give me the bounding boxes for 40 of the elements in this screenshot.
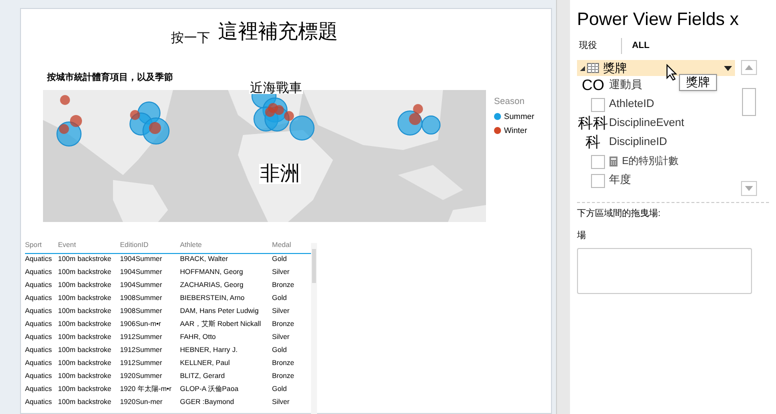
field-checkbox[interactable] <box>591 98 605 112</box>
title-hint: 按一下 <box>171 28 210 46</box>
tooltip: 獎牌 <box>679 74 717 91</box>
tab[interactable]: 現役 <box>577 38 599 54</box>
field-checkbox[interactable] <box>591 174 605 188</box>
dropdown-icon[interactable] <box>724 66 732 70</box>
field-name[interactable]: E的特別計數 <box>622 154 679 169</box>
scroll-thumb[interactable] <box>742 88 756 116</box>
field-name[interactable]: 年度 <box>609 172 631 189</box>
table-header-row[interactable]: 獎牌 <box>577 60 735 76</box>
report-title[interactable]: 這裡補充標題 <box>218 17 338 47</box>
map-label: 近海戰車 <box>249 81 303 94</box>
cursor-icon <box>666 64 678 81</box>
expand-icon[interactable] <box>580 66 585 70</box>
field-name[interactable]: AthleteID <box>609 96 654 113</box>
chart-title: 按城市統計體育項目，以及季節 <box>47 71 173 84</box>
calculator-icon <box>609 156 618 167</box>
table-icon <box>587 63 599 73</box>
legend-label: Winter <box>504 124 528 136</box>
scroll-down-icon[interactable] <box>741 181 757 196</box>
map-label: 非洲 <box>259 164 301 184</box>
legend-title: Season <box>494 95 526 108</box>
pane-title: Power View Fields x <box>577 10 740 28</box>
scrollbar[interactable] <box>311 243 317 414</box>
field-marker: CO <box>582 78 604 93</box>
field-checkbox[interactable] <box>591 154 605 168</box>
scroll-up-icon[interactable] <box>741 60 757 75</box>
zone-label: 場 <box>577 228 587 242</box>
legend-label: Summer <box>504 110 534 122</box>
pane-splitter[interactable] <box>556 0 570 414</box>
field-name[interactable]: 運動員 <box>609 77 642 94</box>
field-name[interactable]: DisciplineEvent <box>609 115 684 132</box>
field-name[interactable]: DisciplineID <box>609 134 668 151</box>
tab[interactable]: ALL <box>621 38 652 54</box>
table-name: 獎牌 <box>603 60 627 77</box>
drag-hint: 下方區域間的拖曳場: <box>577 207 662 220</box>
drop-zone[interactable] <box>577 248 752 294</box>
scroll-thumb[interactable] <box>312 249 316 283</box>
field-marker: 科 <box>586 135 600 150</box>
field-marker: 科科 <box>578 116 608 131</box>
